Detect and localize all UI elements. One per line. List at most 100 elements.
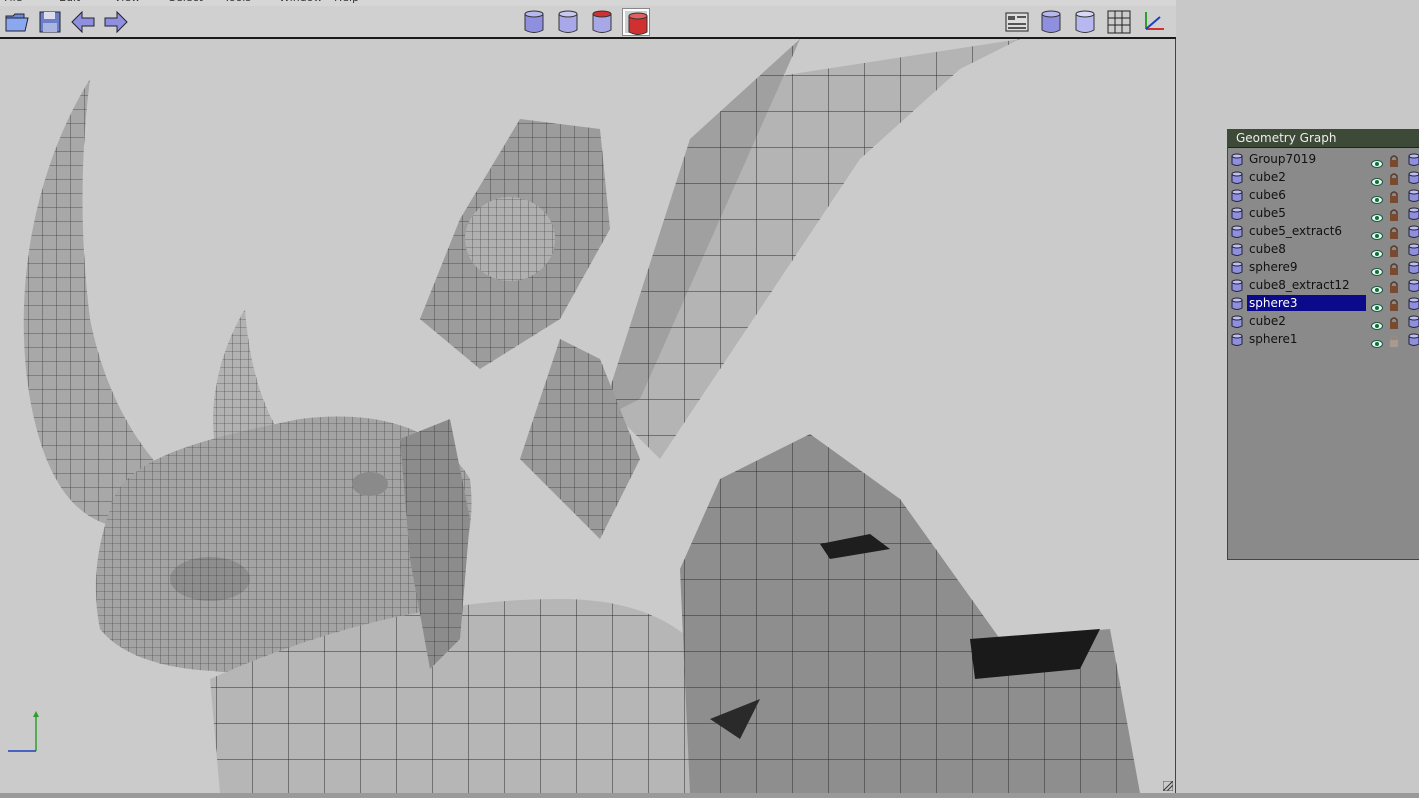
geometry-graph-panel: Geometry Graph Group7019 cube2 cube6 cube5 c… [1227,129,1419,560]
lock-icon[interactable] [1388,242,1400,257]
cylinder-vertex-mode-button[interactable] [622,8,650,37]
panel-layout-icon [1004,9,1030,35]
menu-edit[interactable]: Edit [59,0,80,4]
cylinder-vertex-mode-icon [625,11,648,37]
geometry-graph-item[interactable]: cube2 [1228,168,1419,186]
geometry-item-label: Group7019 [1249,152,1317,166]
cylinder-object-icon [1231,206,1243,220]
visibility-eye-icon[interactable] [1371,244,1383,258]
geometry-graph-item[interactable]: cube5 [1228,204,1419,222]
redo-arrow-button[interactable] [103,9,129,35]
lock-icon[interactable] [1388,170,1400,185]
menu-view[interactable]: View [114,0,140,4]
geometry-item-label: cube8_extract12 [1249,278,1350,292]
lock-icon[interactable] [1388,152,1400,167]
visibility-eye-icon[interactable] [1371,334,1383,348]
visibility-eye-icon[interactable] [1371,280,1383,294]
cylinder-object-mode-button[interactable] [521,9,547,35]
cylinder-object-icon [1231,242,1243,256]
panel-layout-button[interactable] [1004,9,1030,35]
grid-button[interactable] [1106,9,1132,35]
cylinder-shaded-icon [1038,9,1064,35]
geometry-graph-item[interactable]: sphere3 [1228,294,1419,312]
3d-viewport[interactable] [0,39,1176,793]
geometry-graph-item[interactable]: cube8 [1228,240,1419,258]
axes-button[interactable] [1140,9,1166,35]
geometry-item-label: cube8 [1249,242,1286,256]
material-cylinder-icon[interactable] [1408,314,1419,328]
material-cylinder-icon[interactable] [1408,278,1419,292]
main-toolbar [0,6,1176,39]
geometry-graph-item[interactable]: cube6 [1228,186,1419,204]
cylinder-object-mode-icon [521,9,547,35]
menu-window[interactable]: Window [279,0,322,4]
cylinder-face-mode-icon [555,9,581,35]
cylinder-flat-button[interactable] [1072,9,1098,35]
redo-arrow-icon [103,9,129,35]
material-cylinder-icon[interactable] [1408,296,1419,310]
cylinder-object-icon [1231,296,1243,310]
material-cylinder-icon[interactable] [1408,152,1419,166]
cylinder-object-icon [1231,170,1243,184]
visibility-eye-icon[interactable] [1371,172,1383,186]
undo-arrow-icon [70,9,96,35]
geometry-item-label: cube5 [1249,206,1286,220]
cylinder-edge-mode-icon [589,9,615,35]
lock-icon[interactable] [1388,296,1400,311]
cylinder-object-icon [1231,332,1243,346]
lock-icon[interactable] [1388,224,1400,239]
geometry-item-label: sphere9 [1249,260,1298,274]
visibility-eye-icon[interactable] [1371,154,1383,168]
cylinder-face-mode-button[interactable] [555,9,581,35]
material-cylinder-icon[interactable] [1408,224,1419,238]
lock-icon[interactable] [1388,332,1400,347]
material-cylinder-icon[interactable] [1408,242,1419,256]
cylinder-object-icon [1231,278,1243,292]
material-cylinder-icon[interactable] [1408,206,1419,220]
geometry-graph-item[interactable]: sphere9 [1228,258,1419,276]
geometry-item-label: cube2 [1249,170,1286,184]
visibility-eye-icon[interactable] [1371,226,1383,240]
geometry-item-label: cube6 [1249,188,1286,202]
lock-icon[interactable] [1388,260,1400,275]
menu-tools[interactable]: Tools [224,0,251,4]
lock-icon[interactable] [1388,314,1400,329]
resize-grip-icon[interactable] [1163,781,1173,791]
grid-icon [1106,9,1132,35]
undo-arrow-button[interactable] [70,9,96,35]
save-disk-button[interactable] [37,9,63,35]
material-cylinder-icon[interactable] [1408,260,1419,274]
menu-file[interactable]: File [4,0,22,4]
rhino-mesh-model[interactable] [0,39,1176,793]
material-cylinder-icon[interactable] [1408,170,1419,184]
cylinder-object-icon [1231,314,1243,328]
visibility-eye-icon[interactable] [1371,190,1383,204]
open-folder-button[interactable] [4,9,30,35]
save-disk-icon [37,9,63,35]
cylinder-edge-mode-button[interactable] [589,9,615,35]
lock-icon[interactable] [1388,206,1400,221]
menu-help[interactable]: Help [334,0,359,4]
cylinder-shaded-button[interactable] [1038,9,1064,35]
lock-icon[interactable] [1388,188,1400,203]
cylinder-object-icon [1231,188,1243,202]
material-cylinder-icon[interactable] [1408,332,1419,346]
material-cylinder-icon[interactable] [1408,188,1419,202]
visibility-eye-icon[interactable] [1371,298,1383,312]
geometry-item-label: cube2 [1249,314,1286,328]
visibility-eye-icon[interactable] [1371,316,1383,330]
visibility-eye-icon[interactable] [1371,208,1383,222]
visibility-eye-icon[interactable] [1371,262,1383,276]
lock-icon[interactable] [1388,278,1400,293]
geometry-graph-item[interactable]: cube5_extract6 [1228,222,1419,240]
status-bar [0,793,1419,798]
geometry-graph-item[interactable]: cube8_extract12 [1228,276,1419,294]
geometry-graph-item[interactable]: cube2 [1228,312,1419,330]
open-folder-icon [4,9,30,35]
geometry-graph-item[interactable]: Group7019 [1228,150,1419,168]
geometry-graph-item[interactable]: sphere1 [1228,330,1419,348]
menu-select[interactable]: Select [169,0,203,4]
geometry-graph-title: Geometry Graph [1228,130,1419,148]
geometry-item-label: sphere1 [1249,332,1298,346]
geometry-item-label: cube5_extract6 [1249,224,1343,238]
